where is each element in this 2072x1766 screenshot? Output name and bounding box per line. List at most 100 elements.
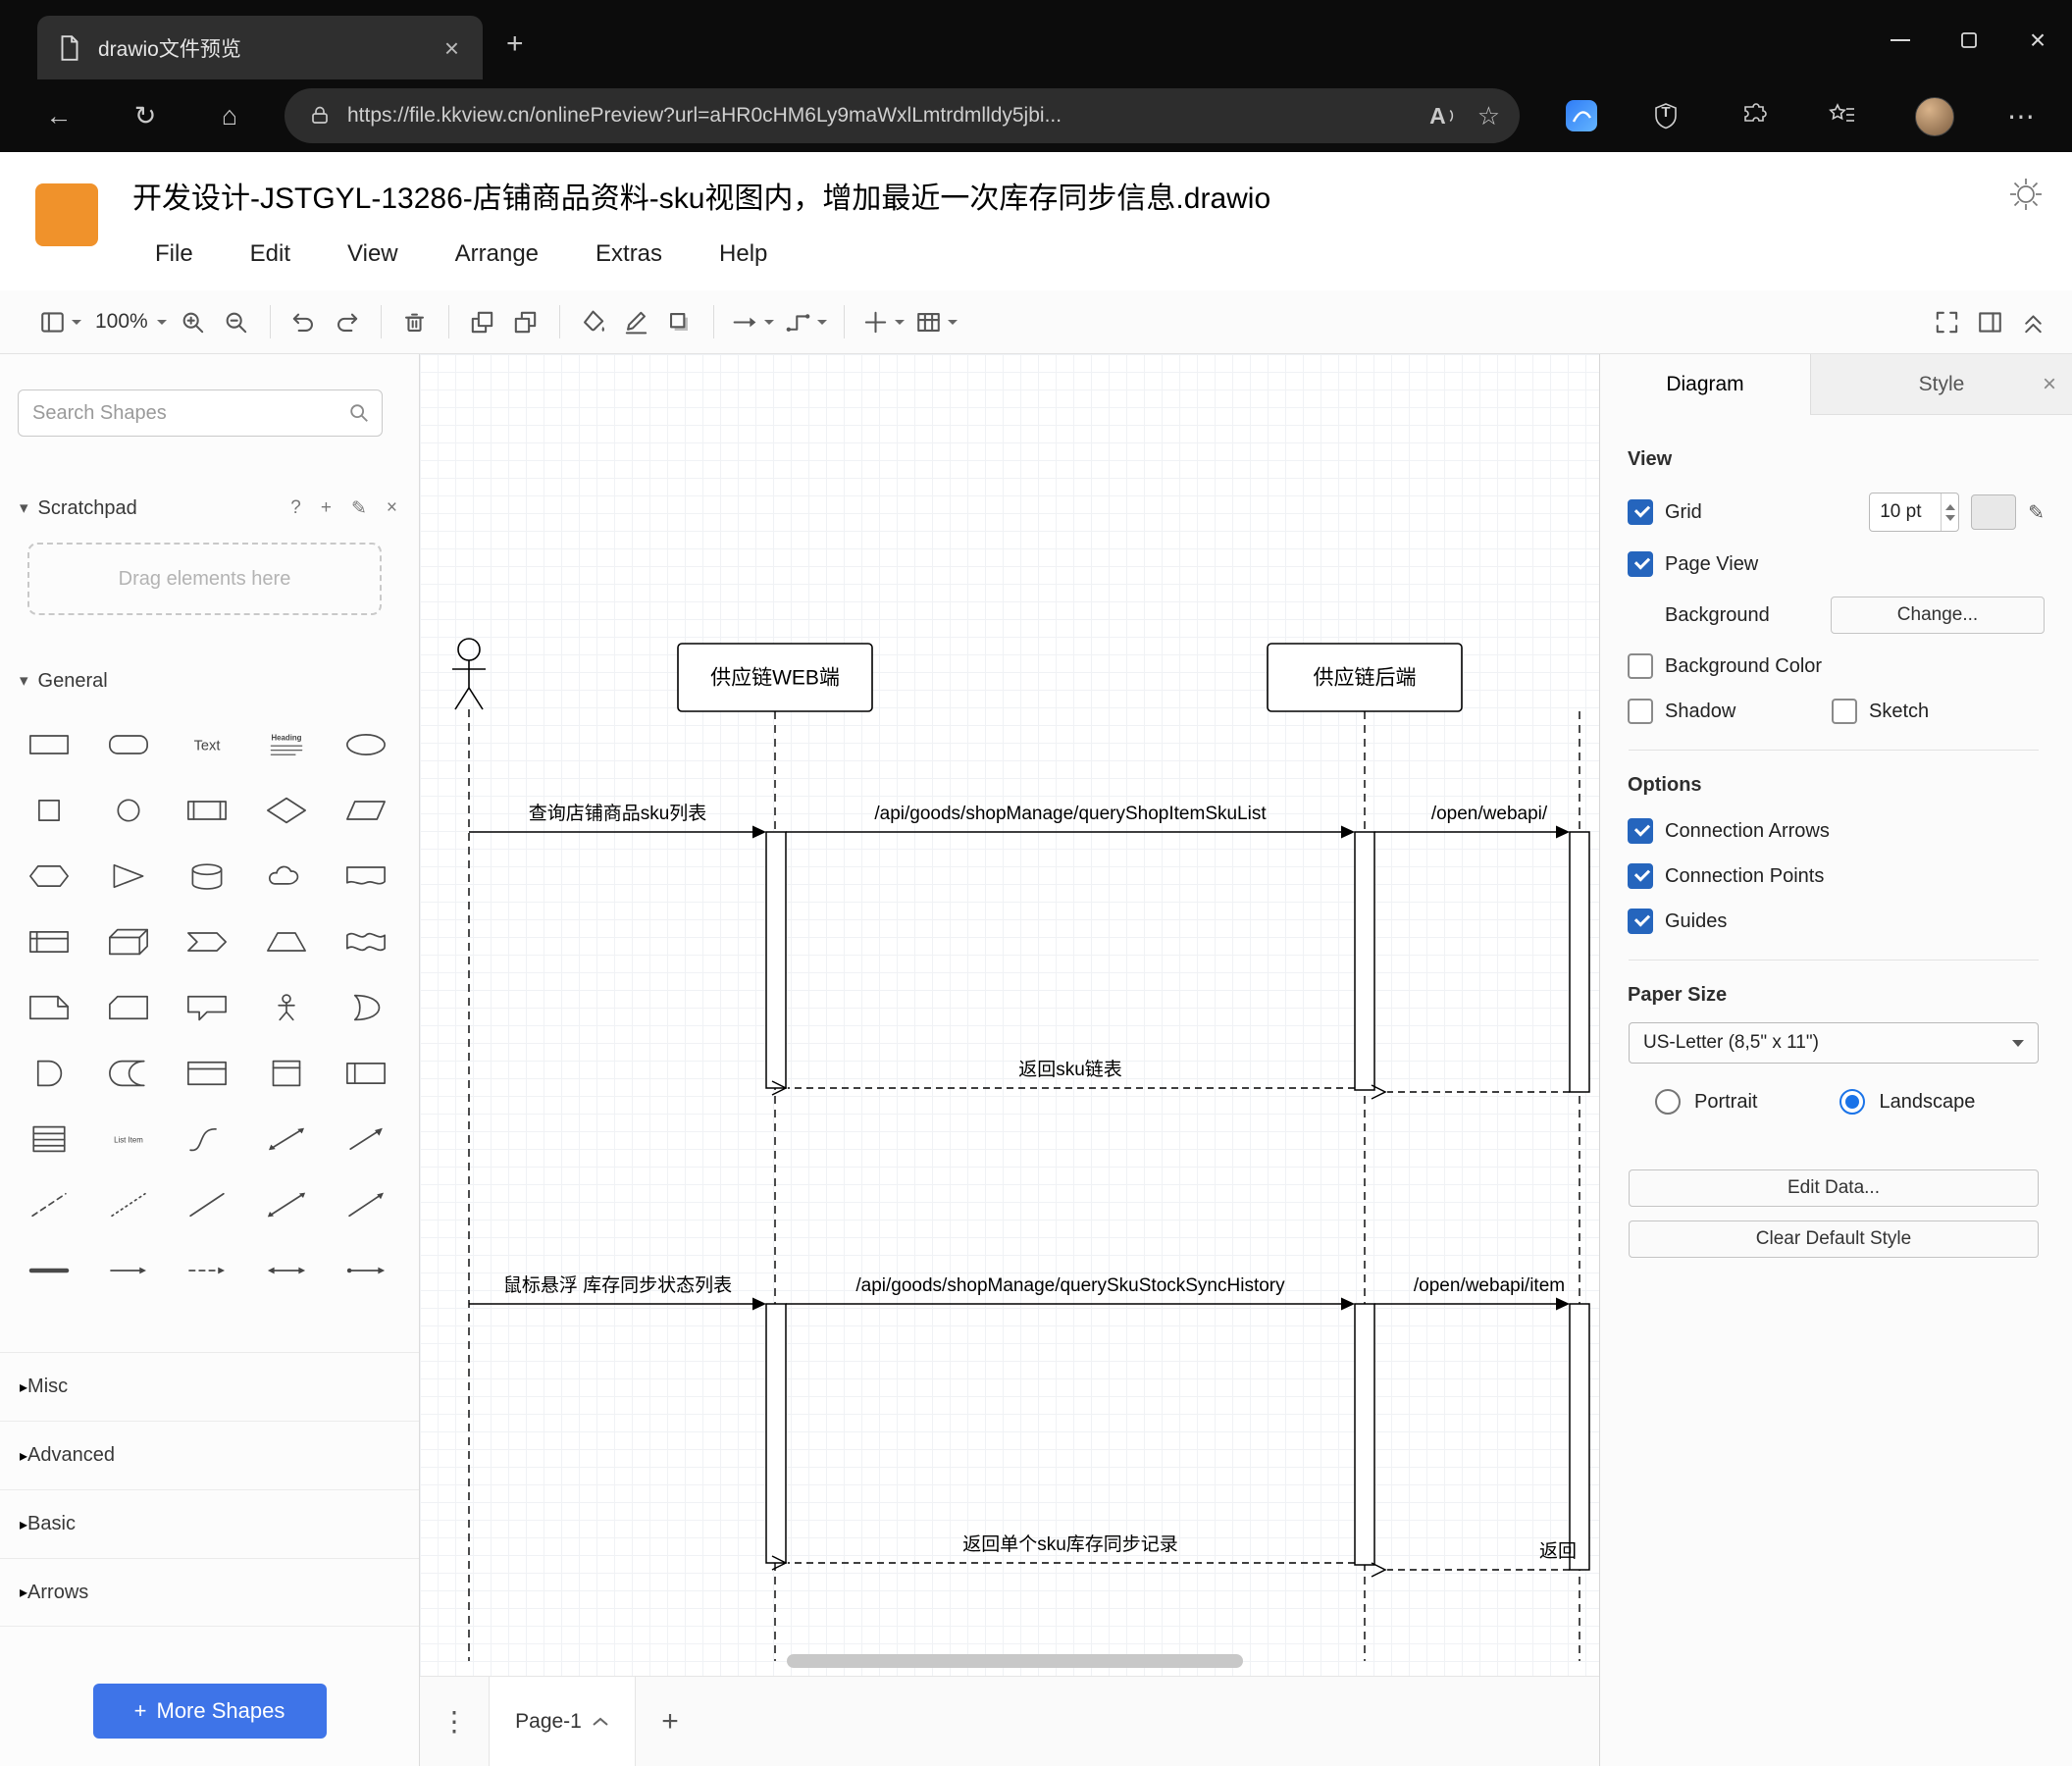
scratchpad-close-icon[interactable]: × (387, 497, 397, 520)
shape-bidirectional-arrow[interactable] (247, 1106, 327, 1171)
grid-size-stepper[interactable] (1941, 493, 1958, 531)
shape-bidirectional-connector[interactable] (247, 1171, 327, 1237)
edit-data-button[interactable]: Edit Data... (1629, 1169, 2039, 1207)
theme-toggle-icon[interactable] (2007, 176, 2046, 215)
shape-arrow[interactable] (326, 1106, 405, 1171)
zoom-in-button[interactable] (172, 299, 215, 344)
shape-triangle[interactable] (89, 843, 169, 909)
grid-checkbox[interactable] (1628, 499, 1653, 525)
scratchpad-edit-icon[interactable]: ✎ (351, 497, 367, 520)
horizontal-scrollbar[interactable] (428, 1654, 1591, 1668)
background-color-checkbox[interactable] (1628, 653, 1653, 679)
scratchpad-dropzone[interactable]: Drag elements here (27, 543, 382, 615)
shape-step[interactable] (168, 909, 247, 974)
connection-button[interactable] (726, 299, 779, 344)
panel-close-icon[interactable]: × (2043, 372, 2056, 396)
shape-card[interactable] (89, 974, 169, 1040)
connection-arrows-checkbox[interactable] (1628, 818, 1653, 844)
menu-extras[interactable]: Extras (590, 236, 668, 272)
panels-button[interactable] (33, 299, 86, 344)
menu-arrange[interactable]: Arrange (449, 236, 544, 272)
delete-button[interactable] (393, 299, 437, 344)
landscape-radio[interactable] (1839, 1089, 1866, 1115)
shape-link[interactable] (10, 1237, 89, 1303)
shape-horizontal-double-arrow[interactable] (247, 1237, 327, 1303)
favorite-star-icon[interactable]: ☆ (1477, 103, 1500, 129)
scratchpad-add-icon[interactable]: + (321, 497, 332, 520)
shape-directional-connector[interactable] (326, 1171, 405, 1237)
shape-data-storage[interactable] (89, 1040, 169, 1106)
add-page-button[interactable]: + (636, 1677, 704, 1766)
menu-help[interactable]: Help (713, 236, 773, 272)
read-aloud-icon[interactable]: A (1429, 104, 1458, 128)
shadow-button[interactable] (658, 299, 701, 344)
section-general[interactable]: ▾ General (0, 664, 419, 698)
shape-cube[interactable] (89, 909, 169, 974)
more-shapes-button[interactable]: + More Shapes (92, 1684, 327, 1739)
shape-textbox[interactable]: Heading (247, 711, 327, 777)
shape-ellipse[interactable] (326, 711, 405, 777)
shape-text[interactable]: Text (168, 711, 247, 777)
shape-horizontal-arrow[interactable] (89, 1237, 169, 1303)
shape-cloud[interactable] (247, 843, 327, 909)
shape-callout[interactable] (168, 974, 247, 1040)
shape-list-item[interactable]: List Item (89, 1106, 169, 1171)
zoom-out-button[interactable] (215, 299, 258, 344)
shape-list[interactable] (10, 1106, 89, 1171)
scrollbar-thumb[interactable] (787, 1654, 1243, 1668)
undo-button[interactable] (283, 299, 326, 344)
address-bar[interactable]: https://file.kkview.cn/onlinePreview?url… (285, 88, 1520, 143)
collapse-button[interactable] (2011, 300, 2054, 345)
to-back-button[interactable] (504, 299, 547, 344)
shape-search[interactable] (18, 390, 383, 437)
home-icon[interactable]: ⌂ (208, 96, 251, 135)
shape-cylinder[interactable] (168, 843, 247, 909)
clear-default-style-button[interactable]: Clear Default Style (1629, 1221, 2039, 1258)
shape-rectangle[interactable] (10, 711, 89, 777)
insert-button[interactable] (856, 299, 909, 344)
sketch-checkbox[interactable] (1832, 699, 1857, 724)
section-basic[interactable]: ▸ Basic (0, 1489, 419, 1558)
portrait-radio[interactable] (1655, 1089, 1681, 1115)
shape-container[interactable] (168, 1040, 247, 1106)
tab-close-icon[interactable]: × (439, 33, 465, 63)
shadow-checkbox[interactable] (1628, 699, 1653, 724)
browser-tab[interactable]: drawio文件预览 × (37, 16, 483, 79)
section-advanced[interactable]: ▸ Advanced (0, 1421, 419, 1489)
shape-vertical-container[interactable] (247, 1040, 327, 1106)
shape-square[interactable] (10, 777, 89, 843)
menu-view[interactable]: View (341, 236, 404, 272)
guides-checkbox[interactable] (1628, 909, 1653, 934)
url-text[interactable]: https://file.kkview.cn/onlinePreview?url… (347, 104, 1418, 128)
back-icon[interactable]: ← (37, 96, 80, 135)
section-arrows[interactable]: ▸ Arrows (0, 1558, 419, 1627)
new-tab-button[interactable]: + (506, 29, 524, 59)
shape-or[interactable] (326, 974, 405, 1040)
favorites-hub-icon[interactable] (1827, 100, 1858, 131)
shape-parallelogram[interactable] (326, 777, 405, 843)
tab-diagram[interactable]: Diagram (1600, 354, 1810, 415)
redo-button[interactable] (326, 299, 369, 344)
shape-process[interactable] (168, 777, 247, 843)
zoom-level-button[interactable]: 100% (86, 299, 172, 344)
table-button[interactable] (909, 299, 962, 344)
shape-hexagon[interactable] (10, 843, 89, 909)
shape-circle[interactable] (89, 777, 169, 843)
extension-blue-icon[interactable] (1566, 100, 1597, 131)
page-tab[interactable]: Page-1 (489, 1677, 636, 1766)
shape-horizontal-connector[interactable] (326, 1237, 405, 1303)
to-front-button[interactable] (461, 299, 504, 344)
scratchpad-header[interactable]: ▾ Scratchpad ? + ✎ × (0, 492, 419, 525)
paper-size-select[interactable]: US-Letter (8,5" x 11") (1629, 1022, 2039, 1064)
canvas[interactable]: 供应链WEB端 供应链后端 查询店铺商品sku列表/api/goods/shopMa… (420, 354, 1599, 1676)
window-close-button[interactable]: × (2003, 0, 2072, 79)
shape-tape[interactable] (326, 909, 405, 974)
fullscreen-button[interactable] (1925, 300, 1968, 345)
format-panel-button[interactable] (1968, 300, 2011, 345)
window-maximize-button[interactable] (1935, 0, 2003, 79)
shape-document[interactable] (326, 843, 405, 909)
refresh-icon[interactable]: ↻ (124, 96, 167, 135)
shield-t-icon[interactable]: T (1650, 100, 1682, 131)
sequence-diagram[interactable]: 供应链WEB端 供应链后端查询店铺商品sku列表/api/goods/shopMa… (420, 354, 1599, 1676)
waypoints-button[interactable] (779, 299, 832, 344)
